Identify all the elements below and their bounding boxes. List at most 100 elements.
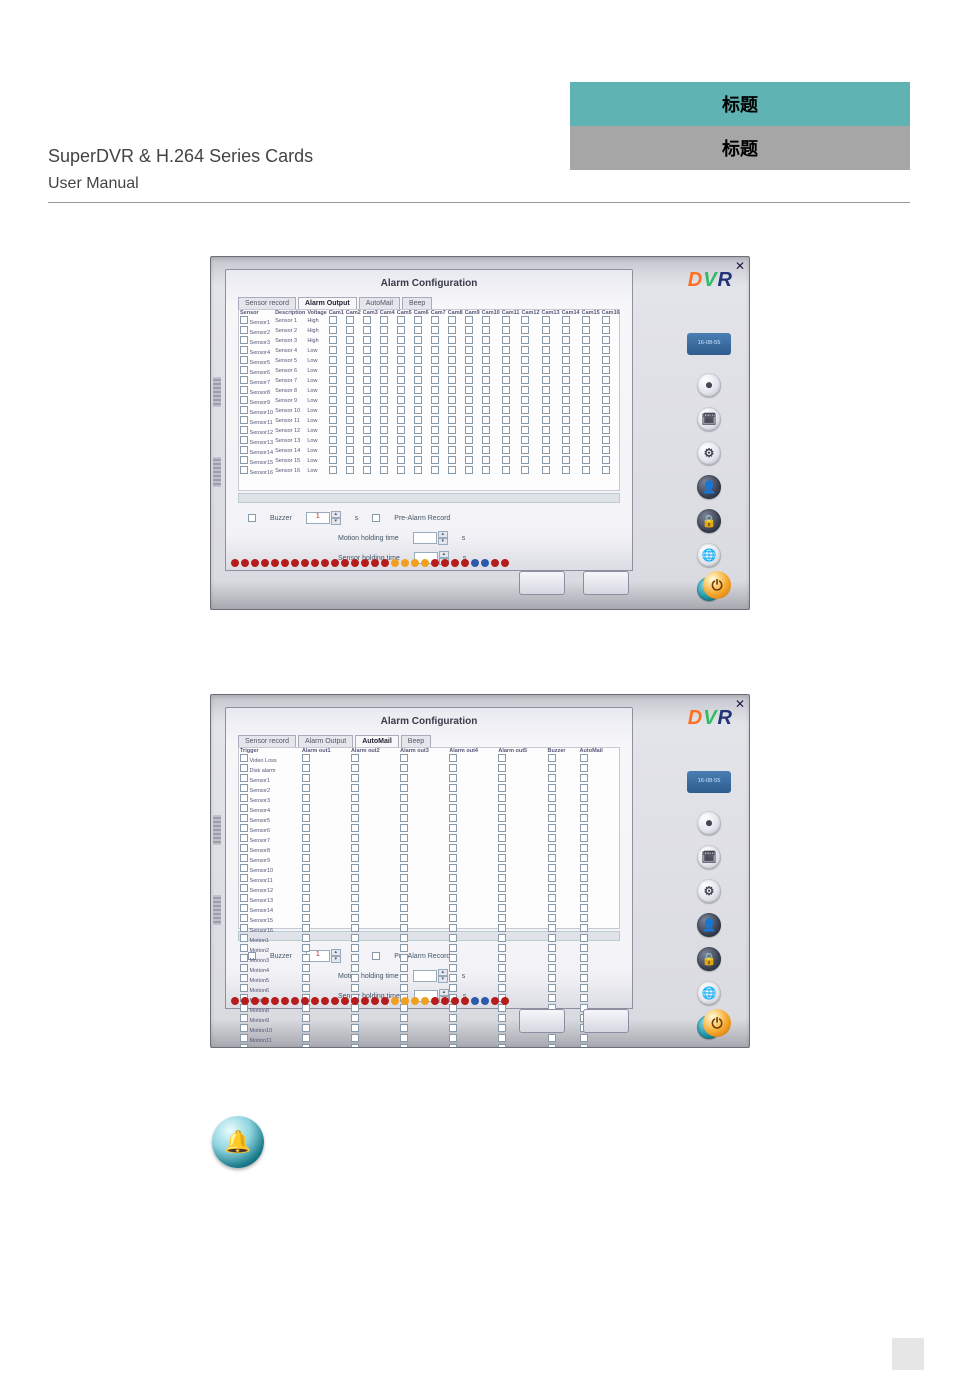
matrix-checkbox[interactable] (562, 416, 570, 424)
left-grip-bottom[interactable] (213, 457, 221, 487)
matrix-checkbox[interactable] (562, 376, 570, 384)
row-enable-checkbox[interactable] (240, 336, 248, 344)
matrix-checkbox[interactable] (449, 844, 457, 852)
matrix-checkbox[interactable] (346, 326, 354, 334)
matrix-checkbox[interactable] (397, 396, 405, 404)
network-icon[interactable]: 🌐 (697, 981, 721, 1005)
matrix-checkbox[interactable] (521, 426, 529, 434)
matrix-checkbox[interactable] (580, 884, 588, 892)
matrix-checkbox[interactable] (302, 904, 310, 912)
matrix-checkbox[interactable] (562, 346, 570, 354)
matrix-checkbox[interactable] (448, 426, 456, 434)
matrix-checkbox[interactable] (580, 784, 588, 792)
matrix-checkbox[interactable] (302, 804, 310, 812)
matrix-checkbox[interactable] (346, 396, 354, 404)
matrix-checkbox[interactable] (465, 336, 473, 344)
user-icon[interactable]: 👤 (697, 475, 721, 499)
matrix-checkbox[interactable] (397, 376, 405, 384)
matrix-checkbox[interactable] (397, 356, 405, 364)
matrix-checkbox[interactable] (482, 396, 490, 404)
matrix-checkbox[interactable] (431, 346, 439, 354)
matrix-checkbox[interactable] (542, 436, 550, 444)
matrix-checkbox[interactable] (351, 984, 359, 992)
cancel-button[interactable] (583, 571, 629, 595)
row-enable-checkbox[interactable] (240, 1014, 248, 1022)
matrix-checkbox[interactable] (562, 396, 570, 404)
matrix-checkbox[interactable] (397, 426, 405, 434)
matrix-checkbox[interactable] (582, 346, 590, 354)
tab-sensor-record[interactable]: Sensor record (238, 297, 296, 309)
matrix-checkbox[interactable] (548, 974, 556, 982)
matrix-checkbox[interactable] (548, 884, 556, 892)
matrix-checkbox[interactable] (302, 774, 310, 782)
matrix-checkbox[interactable] (482, 336, 490, 344)
matrix-checkbox[interactable] (482, 406, 490, 414)
matrix-checkbox[interactable] (502, 356, 510, 364)
matrix-checkbox[interactable] (542, 396, 550, 404)
matrix-checkbox[interactable] (449, 984, 457, 992)
matrix-checkbox[interactable] (465, 466, 473, 474)
matrix-checkbox[interactable] (502, 446, 510, 454)
cancel-button[interactable] (583, 1009, 629, 1033)
matrix-checkbox[interactable] (502, 426, 510, 434)
tab-alarm-output[interactable]: Alarm Output (298, 735, 353, 747)
matrix-checkbox[interactable] (346, 436, 354, 444)
matrix-checkbox[interactable] (302, 934, 310, 942)
matrix-checkbox[interactable] (400, 804, 408, 812)
matrix-checkbox[interactable] (498, 1024, 506, 1032)
horizontal-scrollbar[interactable] (238, 493, 620, 503)
matrix-checkbox[interactable] (329, 396, 337, 404)
matrix-checkbox[interactable] (329, 426, 337, 434)
matrix-checkbox[interactable] (482, 346, 490, 354)
matrix-checkbox[interactable] (448, 336, 456, 344)
matrix-checkbox[interactable] (351, 874, 359, 882)
matrix-checkbox[interactable] (580, 854, 588, 862)
matrix-checkbox[interactable] (562, 426, 570, 434)
matrix-checkbox[interactable] (498, 754, 506, 762)
matrix-checkbox[interactable] (580, 914, 588, 922)
matrix-checkbox[interactable] (302, 824, 310, 832)
matrix-checkbox[interactable] (548, 954, 556, 962)
matrix-checkbox[interactable] (542, 456, 550, 464)
matrix-checkbox[interactable] (562, 386, 570, 394)
matrix-checkbox[interactable] (351, 1034, 359, 1042)
matrix-checkbox[interactable] (449, 784, 457, 792)
matrix-checkbox[interactable] (580, 774, 588, 782)
matrix-checkbox[interactable] (482, 426, 490, 434)
row-enable-checkbox[interactable] (240, 376, 248, 384)
tab-automail[interactable]: AutoMail (359, 297, 400, 309)
tab-alarm-output[interactable]: Alarm Output (298, 297, 357, 309)
matrix-checkbox[interactable] (548, 924, 556, 932)
matrix-checkbox[interactable] (400, 954, 408, 962)
matrix-checkbox[interactable] (380, 416, 388, 424)
matrix-checkbox[interactable] (548, 764, 556, 772)
matrix-checkbox[interactable] (521, 336, 529, 344)
matrix-checkbox[interactable] (580, 894, 588, 902)
matrix-checkbox[interactable] (465, 376, 473, 384)
matrix-checkbox[interactable] (465, 406, 473, 414)
matrix-checkbox[interactable] (448, 326, 456, 334)
matrix-checkbox[interactable] (582, 316, 590, 324)
row-enable-checkbox[interactable] (240, 316, 248, 324)
matrix-checkbox[interactable] (302, 1004, 310, 1012)
matrix-checkbox[interactable] (363, 366, 371, 374)
matrix-checkbox[interactable] (502, 396, 510, 404)
matrix-checkbox[interactable] (542, 466, 550, 474)
matrix-checkbox[interactable] (431, 366, 439, 374)
matrix-checkbox[interactable] (448, 366, 456, 374)
row-enable-checkbox[interactable] (240, 396, 248, 404)
matrix-checkbox[interactable] (351, 804, 359, 812)
matrix-checkbox[interactable] (449, 904, 457, 912)
matrix-checkbox[interactable] (542, 426, 550, 434)
matrix-checkbox[interactable] (580, 844, 588, 852)
matrix-checkbox[interactable] (562, 316, 570, 324)
matrix-checkbox[interactable] (448, 466, 456, 474)
matrix-checkbox[interactable] (400, 934, 408, 942)
matrix-checkbox[interactable] (351, 884, 359, 892)
left-grip-top[interactable] (213, 377, 221, 407)
left-grip-bottom[interactable] (213, 895, 221, 925)
row-enable-checkbox[interactable] (240, 446, 248, 454)
matrix-checkbox[interactable] (400, 974, 408, 982)
matrix-checkbox[interactable] (562, 456, 570, 464)
calendar-icon[interactable]: 🗓 (697, 845, 721, 869)
